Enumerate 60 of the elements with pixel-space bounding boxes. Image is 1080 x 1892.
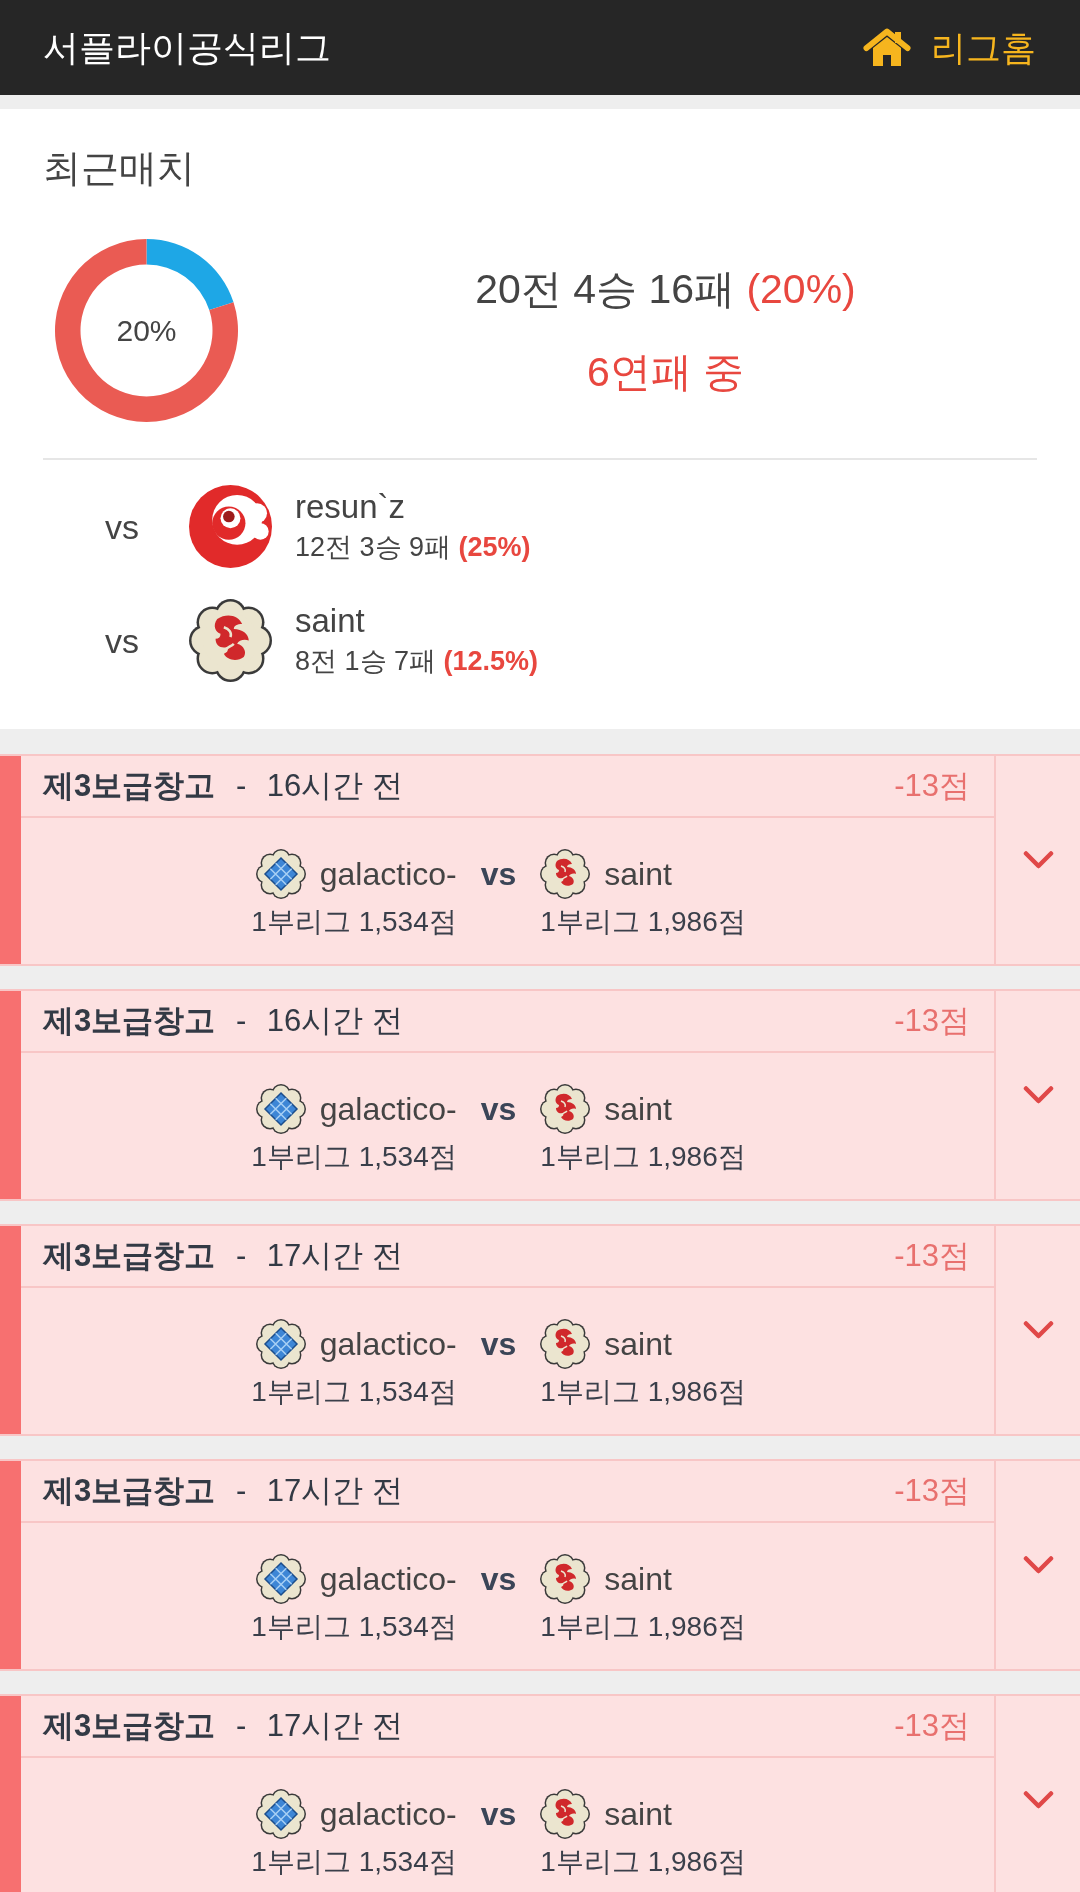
opponent-record: 8전 1승 7패 (12.5%) — [295, 644, 539, 678]
home-icon — [863, 27, 911, 68]
opponent-name: saint — [295, 600, 365, 641]
diamond-emblem-icon — [255, 1319, 306, 1369]
flower-emblem-icon — [540, 849, 591, 899]
player-name: galactico- — [319, 1795, 457, 1834]
opponent-name: resun`z — [295, 486, 406, 527]
flower-emblem-icon — [540, 1084, 591, 1134]
player-name: saint — [604, 1795, 672, 1834]
player-name: galactico- — [319, 855, 457, 894]
player-name: saint — [604, 1325, 672, 1364]
league-score: 1부리그 1,534점 — [251, 905, 457, 939]
match-points: -13점 — [894, 1472, 970, 1510]
player-name: saint — [604, 855, 672, 894]
section-title: 최근매치 — [43, 146, 196, 191]
vs-label: vs — [480, 1795, 517, 1834]
vs-label: vs — [480, 1090, 517, 1129]
vs-label: vs — [480, 1560, 517, 1599]
vs-label: vs — [480, 855, 517, 894]
flower-emblem-icon — [540, 1554, 591, 1604]
player-name: galactico- — [319, 1325, 457, 1364]
ring-label: 20% — [116, 312, 177, 349]
league-score: 1부리그 1,534점 — [251, 1845, 457, 1879]
league-score: 1부리그 1,986점 — [540, 1610, 746, 1644]
match-title: 제3보급창고 - 17시간 전 — [43, 1472, 403, 1510]
swirl-emblem-icon — [189, 485, 272, 568]
streak-text: 6연패 중 — [586, 348, 745, 397]
record-summary: 20전 4승 16패 (20%) — [475, 265, 856, 314]
flower-emblem-icon — [540, 1789, 591, 1839]
flower-emblem-icon — [189, 599, 272, 682]
match-title: 제3보급창고 - 17시간 전 — [43, 1237, 403, 1275]
league-score: 1부리그 1,534점 — [251, 1140, 457, 1174]
league-score: 1부리그 1,986점 — [540, 1375, 746, 1409]
player-name: galactico- — [319, 1560, 457, 1599]
league-score: 1부리그 1,534점 — [251, 1610, 457, 1644]
player-name: galactico- — [319, 1090, 457, 1129]
player-name: saint — [604, 1560, 672, 1599]
opponent-record: 12전 3승 9패 (25%) — [295, 530, 531, 564]
league-score: 1부리그 1,986점 — [540, 1845, 746, 1879]
league-home-link[interactable]: 리그홈 — [863, 25, 1036, 70]
app-title: 서플라이공식리그 — [43, 25, 331, 70]
flower-emblem-icon — [540, 1319, 591, 1369]
vs-label: vs — [105, 506, 140, 547]
match-title: 제3보급창고 - 17시간 전 — [43, 1707, 403, 1745]
match-title: 제3보급창고 - 16시간 전 — [43, 767, 403, 805]
match-title: 제3보급창고 - 16시간 전 — [43, 1002, 403, 1040]
vs-label: vs — [480, 1325, 517, 1364]
match-points: -13점 — [894, 1237, 970, 1275]
match-points: -13점 — [894, 767, 970, 805]
diamond-emblem-icon — [255, 1554, 306, 1604]
league-score: 1부리그 1,986점 — [540, 905, 746, 939]
league-score: 1부리그 1,534점 — [251, 1375, 457, 1409]
diamond-emblem-icon — [255, 1084, 306, 1134]
diamond-emblem-icon — [255, 1789, 306, 1839]
vs-label: vs — [105, 620, 140, 661]
player-name: saint — [604, 1090, 672, 1129]
match-points: -13점 — [894, 1002, 970, 1040]
league-score: 1부리그 1,986점 — [540, 1140, 746, 1174]
match-points: -13점 — [894, 1707, 970, 1745]
diamond-emblem-icon — [255, 849, 306, 899]
